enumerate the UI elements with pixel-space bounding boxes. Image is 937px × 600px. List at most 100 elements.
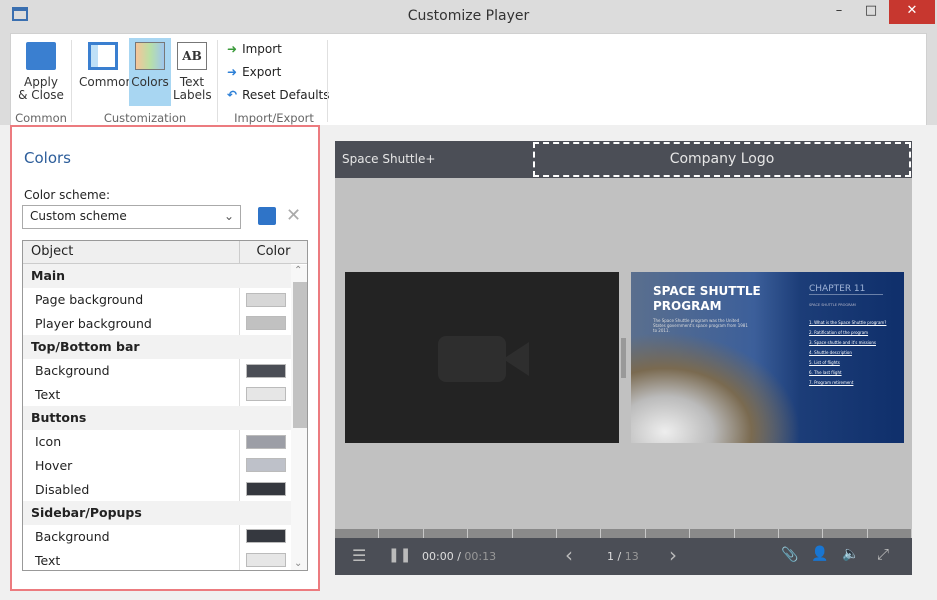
toc-link[interactable]: 1. What is the Space Shuttle program? [809, 318, 886, 328]
toc-link[interactable]: 2. Ratification of the program [809, 328, 886, 338]
toc-link[interactable]: 3. Space shuttle and it's missions [809, 338, 886, 348]
color-swatch[interactable] [246, 529, 286, 544]
save-scheme-icon[interactable] [258, 207, 276, 225]
color-row[interactable]: Player background [23, 311, 291, 336]
progress-segment[interactable] [335, 529, 380, 538]
text-ab-icon: AB [177, 42, 207, 70]
pause-icon[interactable]: ❚❚ [388, 547, 411, 563]
progress-segment[interactable] [601, 529, 646, 538]
color-scheme-label: Color scheme: [24, 188, 111, 202]
toc-link[interactable]: 7. Program retirement [809, 378, 886, 388]
progress-segment[interactable] [468, 529, 513, 538]
player-preview: Space Shuttle+ Company Logo SPACE SHUTTL… [335, 141, 913, 575]
progress-segment[interactable] [690, 529, 735, 538]
color-swatch[interactable] [246, 458, 286, 473]
player-top-bar: Space Shuttle+ Company Logo [335, 141, 912, 178]
window-title: Customize Player [407, 8, 530, 24]
column-color: Color [256, 244, 291, 259]
group-row: Top/Bottom bar [23, 335, 291, 359]
color-row[interactable]: Icon [23, 429, 291, 454]
slide-toc: 1. What is the Space Shuttle program? 2. … [809, 318, 886, 388]
progress-segment[interactable] [823, 529, 868, 538]
progress-bar[interactable] [335, 529, 913, 538]
export-button[interactable]: ➜ Export [227, 65, 281, 79]
object-label: Player background [35, 315, 152, 331]
slide-body: The Space Shuttle program was the United… [653, 318, 748, 333]
progress-segment[interactable] [513, 529, 557, 538]
toc-link[interactable]: 4. Shuttle description [809, 348, 886, 358]
menu-icon[interactable]: ☰ [352, 546, 366, 565]
progress-segment[interactable] [779, 529, 824, 538]
color-swatch[interactable] [246, 434, 286, 449]
apply-close-button[interactable]: Apply & Close [15, 38, 67, 102]
delete-scheme-icon[interactable]: ✕ [286, 205, 301, 226]
cell-divider [239, 524, 240, 549]
presenter-icon[interactable]: 👤 [811, 546, 828, 562]
export-label: Export [242, 65, 282, 79]
color-row[interactable]: Hover [23, 453, 291, 478]
scrollbar[interactable]: ⌃ ⌄ [291, 265, 307, 570]
color-swatch[interactable] [246, 387, 286, 402]
scrollbar-thumb[interactable] [293, 282, 307, 428]
color-row[interactable]: Background [23, 358, 291, 383]
group-customization-label: Customization [103, 111, 187, 125]
progress-segment[interactable] [735, 529, 779, 538]
cell-divider [239, 311, 240, 336]
progress-segment[interactable] [557, 529, 602, 538]
group-import-export-label: Import/Export [234, 111, 314, 125]
color-swatch[interactable] [246, 363, 286, 378]
progress-segment[interactable] [424, 529, 469, 538]
progress-segment[interactable] [379, 529, 424, 538]
toc-link[interactable]: 6. The last flight [809, 368, 886, 378]
table-header: Object Color [23, 241, 307, 264]
object-label: Page background [35, 292, 144, 308]
common-button[interactable]: Common [79, 38, 133, 89]
undo-icon: ↶ [227, 88, 238, 102]
course-title: Space Shuttle+ [342, 152, 436, 166]
color-swatch[interactable] [246, 482, 286, 497]
toc-link[interactable]: 5. List of flights [809, 358, 886, 368]
color-row[interactable]: Disabled [23, 477, 291, 501]
progress-segment[interactable] [868, 529, 913, 538]
title-bar: Customize Player – □ ✕ [0, 0, 937, 33]
cell-divider [239, 548, 240, 570]
reset-defaults-label: Reset Defaults [242, 88, 330, 102]
video-placeholder [345, 272, 619, 443]
chapter-subtitle: SPACE SHUTTLE PROGRAM [809, 303, 856, 307]
fullscreen-icon[interactable]: ⤢ [877, 545, 889, 563]
next-slide-icon[interactable]: › [669, 543, 677, 567]
reset-defaults-button[interactable]: ↶ Reset Defaults [227, 88, 330, 102]
split-handle[interactable] [621, 338, 626, 378]
color-swatch[interactable] [246, 553, 286, 568]
color-row[interactable]: Page background [23, 287, 291, 312]
attachment-icon[interactable]: 📎 [781, 547, 798, 563]
maximize-button[interactable]: □ [856, 0, 886, 24]
color-row[interactable]: Text [23, 382, 291, 407]
color-swatch[interactable] [246, 316, 286, 331]
cell-divider [239, 477, 240, 501]
progress-segment[interactable] [646, 529, 691, 538]
group-row: Sidebar/Popups [23, 500, 291, 525]
scroll-up-icon[interactable]: ⌃ [294, 265, 302, 276]
video-camera-lens [503, 342, 529, 376]
volume-icon[interactable]: 🔈 [842, 546, 859, 562]
divider [71, 40, 72, 122]
color-row[interactable]: Text [23, 548, 291, 570]
color-scheme-select[interactable]: Custom scheme ⌄ [22, 205, 241, 229]
text-labels-button[interactable]: AB Text Labels [173, 38, 212, 102]
minimize-button[interactable]: – [824, 0, 854, 24]
layout-icon [88, 42, 118, 70]
object-label: Hover [35, 457, 73, 473]
scroll-down-icon[interactable]: ⌄ [294, 558, 302, 569]
color-swatch[interactable] [246, 292, 286, 307]
color-row[interactable]: Background [23, 524, 291, 549]
object-label: Text [35, 386, 61, 402]
company-logo-placeholder[interactable]: Company Logo [533, 142, 911, 177]
close-button[interactable]: ✕ [889, 0, 935, 24]
colors-button[interactable]: Colors [129, 38, 171, 106]
import-button[interactable]: ➜ Import [227, 42, 282, 56]
colors-label: Colors [131, 75, 169, 89]
prev-slide-icon[interactable]: ‹ [565, 543, 573, 567]
table-body: Main Page background Player background Top/… [23, 264, 307, 570]
video-camera-icon [438, 336, 506, 382]
